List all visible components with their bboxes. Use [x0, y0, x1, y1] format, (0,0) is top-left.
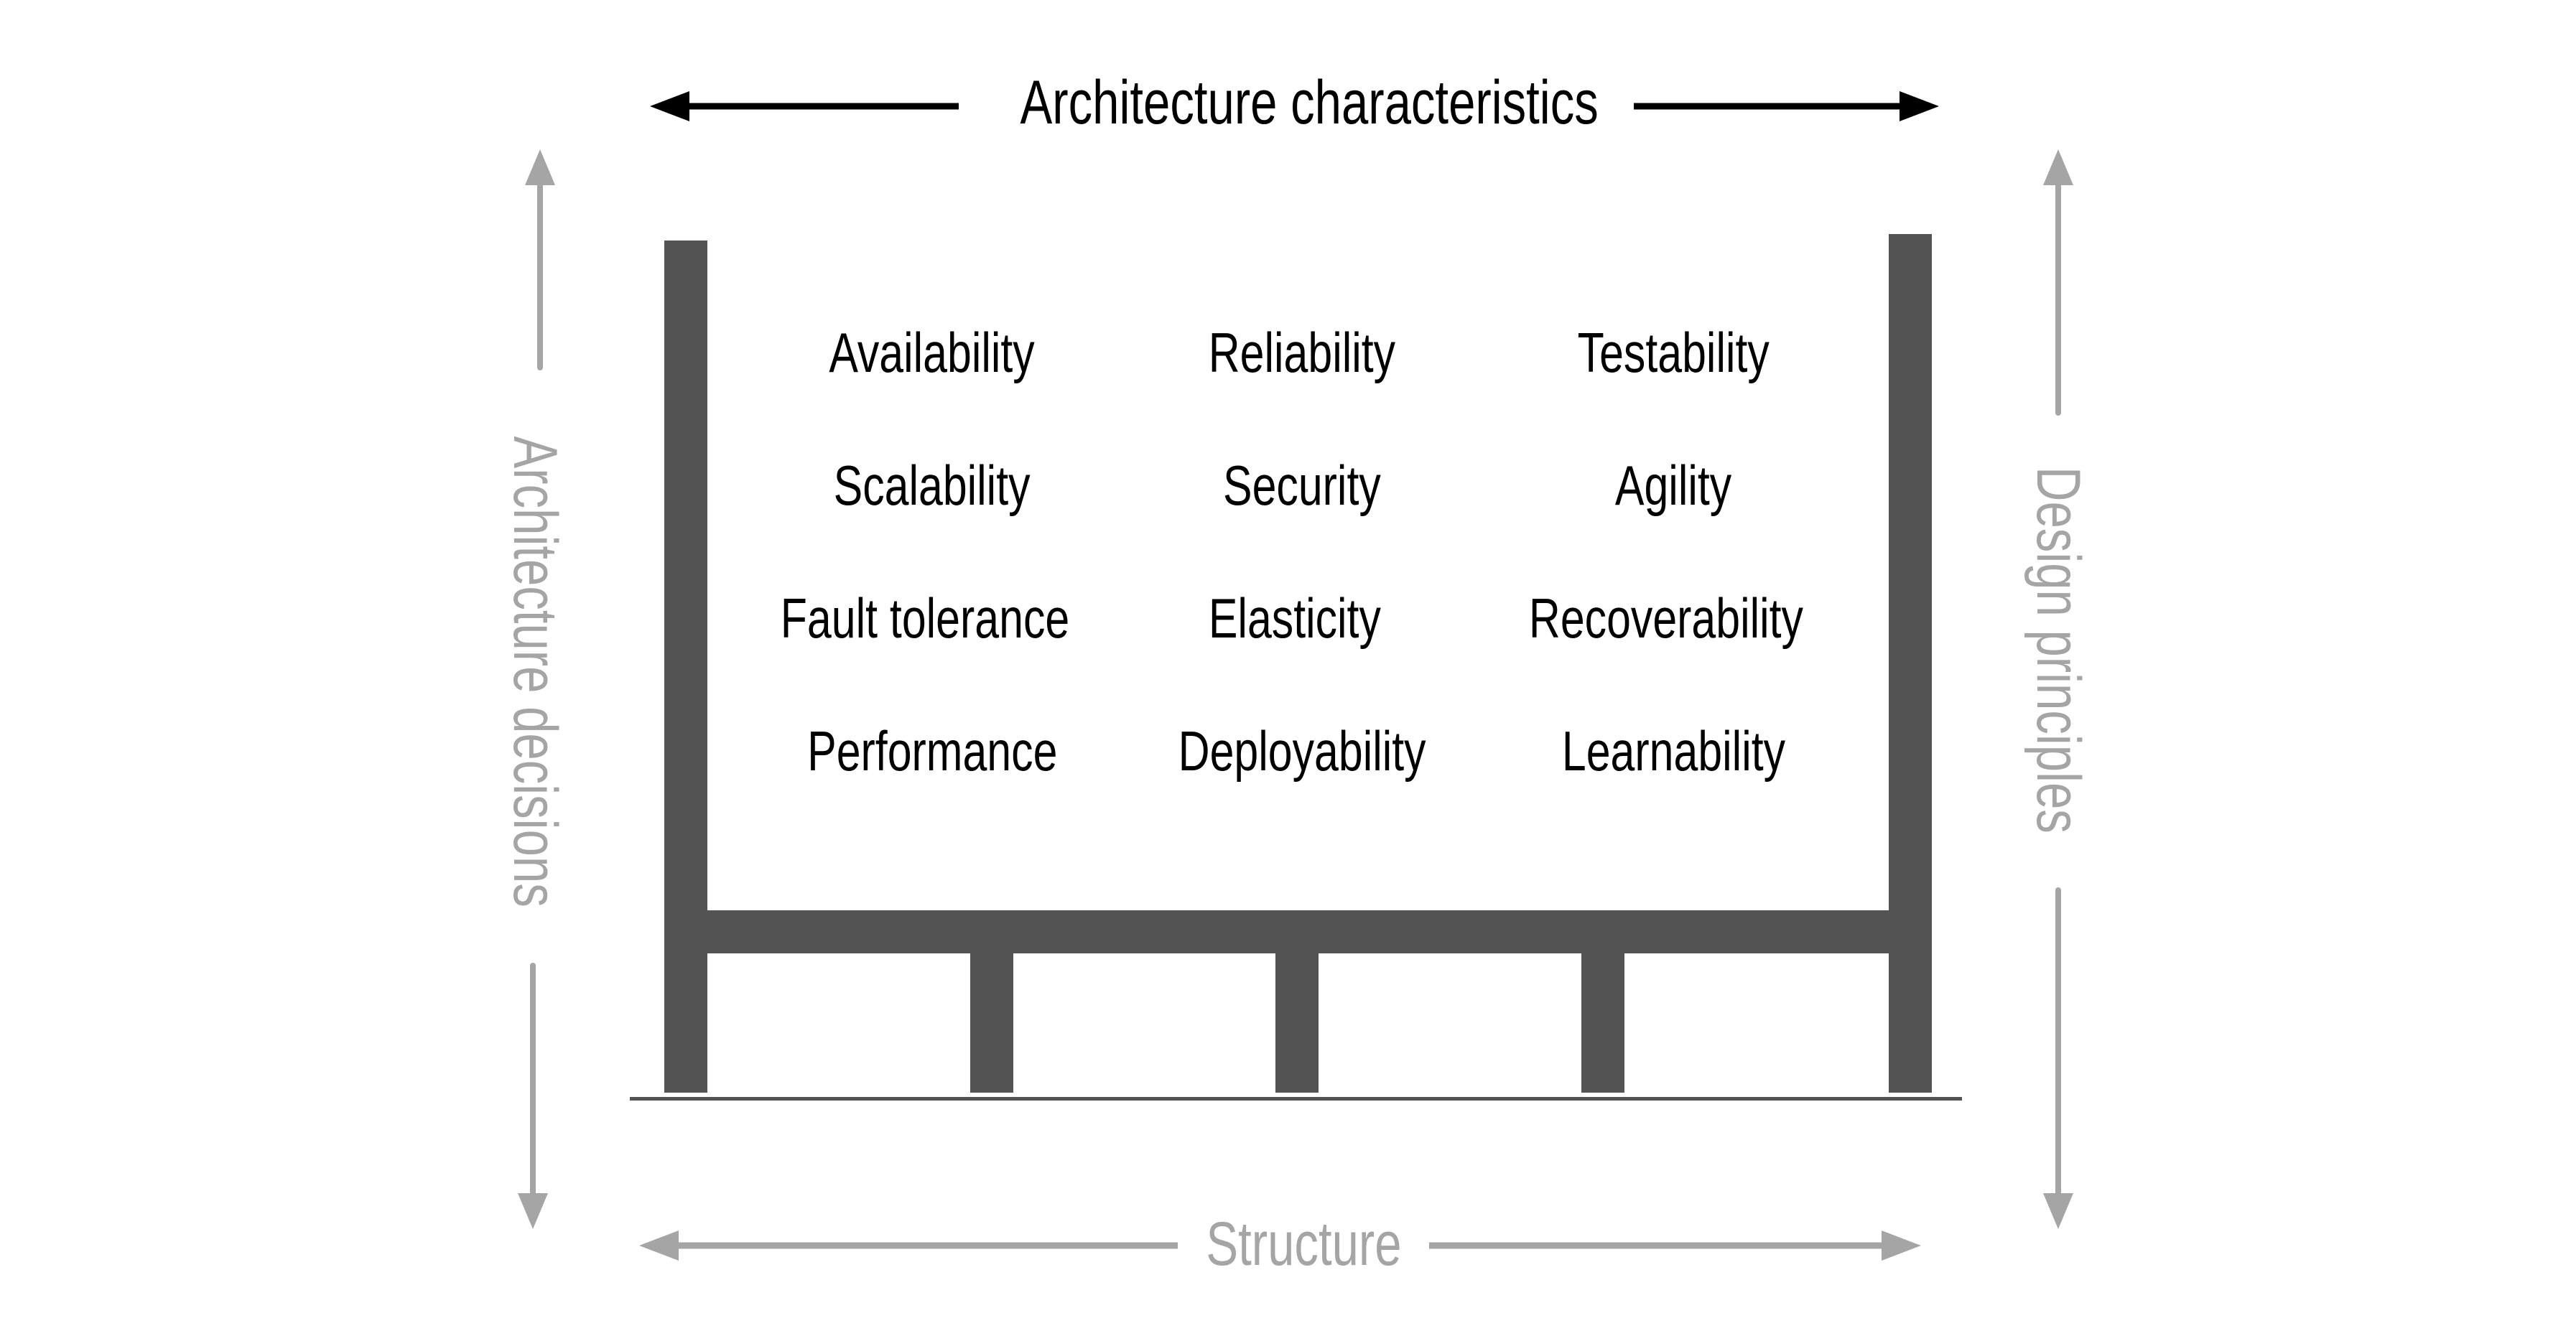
- characteristic-item: Fault tolerance: [738, 590, 1112, 646]
- support-post-2: [1275, 933, 1319, 1093]
- top-arrow-left-head: [650, 91, 689, 121]
- characteristic-item: Scalability: [745, 457, 1119, 513]
- characteristic-label: Availability: [829, 321, 1036, 384]
- characteristic-label: Agility: [1614, 454, 1732, 517]
- top-arrow-right-head: [1900, 91, 1939, 121]
- top-label: Architecture characteristics: [939, 72, 1657, 134]
- characteristic-label: Scalability: [834, 454, 1031, 517]
- characteristic-item: Testability: [1487, 324, 1860, 380]
- left-arrow-down-head: [518, 1193, 548, 1229]
- support-post-3: [1581, 933, 1624, 1093]
- right-pillar: [1889, 234, 1932, 1093]
- characteristic-label: Elasticity: [1208, 587, 1382, 650]
- characteristic-item: Availability: [745, 324, 1119, 380]
- architecture-decisions-label: Architecture decisions: [501, 436, 569, 907]
- left-pillar: [664, 240, 707, 1093]
- characteristic-label: Recoverability: [1528, 587, 1804, 650]
- characteristic-label: Performance: [806, 719, 1058, 783]
- architecture-characteristics-label: Architecture characteristics: [1020, 68, 1599, 137]
- characteristic-item: Recoverability: [1479, 590, 1853, 646]
- characteristic-item: Reliability: [1115, 324, 1489, 380]
- ground-line: [630, 1097, 1962, 1101]
- characteristic-label: Reliability: [1208, 321, 1396, 384]
- characteristic-label: Deployability: [1178, 719, 1426, 783]
- diagram-canvas: [518, 91, 2073, 1261]
- characteristic-label: Security: [1223, 454, 1381, 517]
- characteristic-label: Fault tolerance: [780, 587, 1070, 650]
- characteristic-label: Testability: [1577, 321, 1770, 384]
- left-label: Architecture decisions: [501, 370, 569, 944]
- characteristic-item: Deployability: [1115, 723, 1489, 779]
- support-post-1: [970, 933, 1013, 1093]
- bottom-arrow-right-head: [1882, 1230, 1921, 1261]
- right-label: Design principles: [2024, 363, 2093, 937]
- characteristic-item: Learnability: [1487, 723, 1860, 779]
- bottom-arrow-left-head: [639, 1230, 679, 1261]
- characteristic-item: Security: [1115, 457, 1489, 513]
- characteristic-label: Learnability: [1561, 719, 1785, 783]
- characteristic-item: Elasticity: [1108, 590, 1482, 646]
- bottom-label: Structure: [1088, 1213, 1519, 1275]
- structure-label: Structure: [1205, 1210, 1402, 1279]
- right-arrow-down-head: [2043, 1193, 2073, 1229]
- characteristic-item: Performance: [745, 723, 1119, 779]
- design-principles-label: Design principles: [2024, 466, 2093, 833]
- characteristic-item: Agility: [1487, 457, 1860, 513]
